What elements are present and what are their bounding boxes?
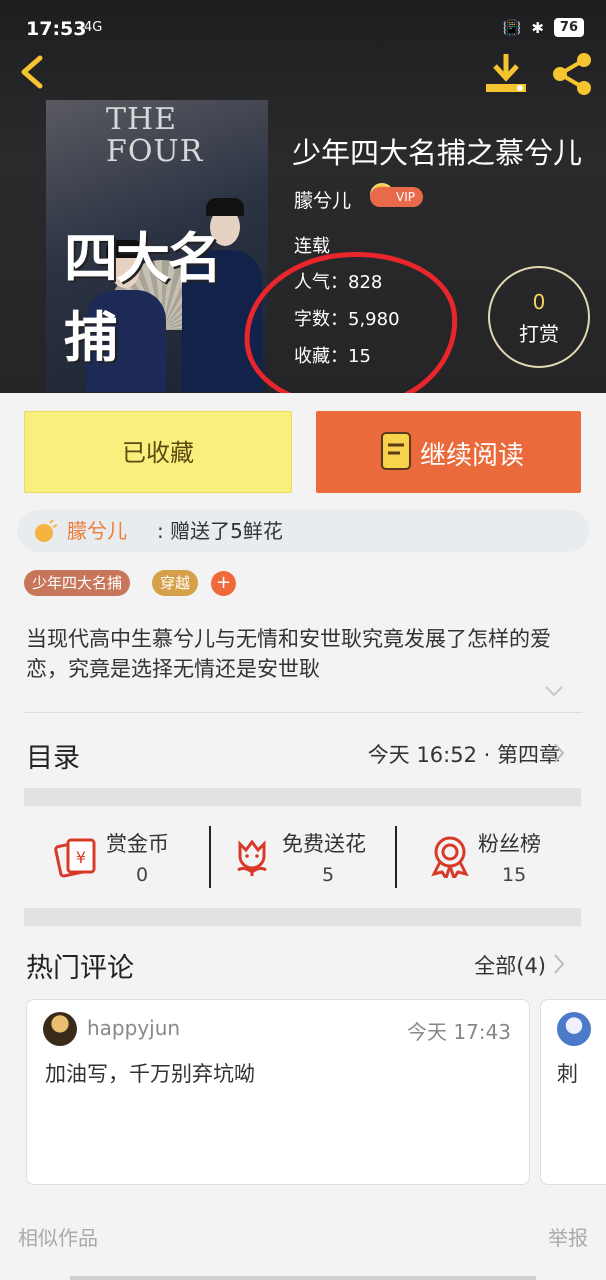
book-author[interactable]: 朦兮儿 [294, 186, 351, 213]
similar-works-label[interactable]: 相似作品 [18, 1222, 98, 1251]
annotation-circle [236, 241, 466, 393]
network-label: 4G [84, 20, 103, 35]
vip-badge: VIP [370, 187, 423, 207]
battery-icon: 76 [553, 18, 584, 37]
reward-fans-rank[interactable]: 粉丝榜 15 [426, 826, 566, 890]
status-icons: 📳 ✱ 76 [503, 18, 584, 37]
share-icon[interactable] [548, 50, 596, 98]
separator [395, 826, 397, 888]
report-link[interactable]: 举报 [548, 1222, 588, 1251]
book-icon [381, 432, 411, 470]
tag-item[interactable]: 少年四大名捕 [24, 570, 131, 596]
bluetooth-icon: ✱ [531, 18, 544, 37]
section-band [24, 788, 581, 806]
cover-title-en: THE FOUR [106, 102, 204, 169]
hot-comments-title: 热门评论 [26, 953, 134, 984]
red-envelope-icon: ¥ [54, 838, 96, 878]
book-header: 17:53 4G 📳 ✱ 76 THE FOUR 四大名捕 少年四大名捕之慕兮儿 [0, 0, 606, 393]
all-comments-link[interactable]: 全部(4) [474, 950, 546, 980]
reward-value: 15 [502, 864, 527, 886]
chevron-left-icon[interactable] [14, 52, 54, 92]
continue-reading-label: 继续阅读 [420, 441, 525, 471]
comment-text: 加油写，千万别弃坑呦 [45, 1062, 255, 1086]
comment-card[interactable]: 刺 [540, 999, 606, 1185]
flower-sender[interactable]: 朦兮儿 [67, 510, 127, 552]
cover-title-cn: 四大名捕 [64, 227, 222, 369]
toc-latest-chapter[interactable]: 今天 16:52 · 第四章 [368, 739, 560, 769]
similar-works-strip [70, 1276, 536, 1280]
add-tag-button[interactable]: + [211, 571, 236, 596]
favorited-button[interactable]: 已收藏 [24, 411, 292, 493]
medal-icon [431, 836, 469, 878]
svg-text:¥: ¥ [76, 848, 86, 867]
reward-value: 0 [136, 864, 149, 886]
avatar[interactable] [557, 1012, 591, 1046]
tip-label: 打赏 [519, 322, 559, 346]
section-band [24, 908, 581, 926]
continue-reading-button[interactable]: 继续阅读 [316, 411, 581, 493]
chevron-down-icon[interactable] [544, 684, 564, 698]
flower-notice[interactable]: 朦兮儿 : 赠送了5鲜花 [17, 510, 589, 552]
flower-message: : 赠送了5鲜花 [157, 519, 283, 543]
book-cover[interactable]: THE FOUR 四大名捕 [46, 100, 268, 392]
chevron-right-icon[interactable] [552, 742, 566, 764]
tip-button[interactable]: 0 打赏 [488, 266, 590, 368]
reward-flowers[interactable]: 免费送花 5 [230, 826, 390, 890]
divider [24, 712, 582, 713]
reward-label: 赏金币 [106, 832, 169, 856]
book-description: 当现代高中生慕兮儿与无情和安世耿究竟发展了怎样的爱恋，究竟是选择无情还是安世耿 [26, 627, 551, 681]
reward-label: 免费送花 [282, 832, 366, 856]
chevron-right-icon[interactable] [552, 953, 566, 975]
flower-icon [237, 839, 267, 876]
comment-card[interactable]: happyjun 今天 17:43 加油写，千万别弃坑呦 [26, 999, 530, 1185]
reward-value: 5 [322, 864, 335, 886]
status-bar: 17:53 4G 📳 ✱ 76 [0, 0, 606, 48]
download-icon[interactable] [482, 50, 530, 98]
comment-text: 刺 [557, 1062, 578, 1086]
book-title: 少年四大名捕之慕兮儿 [292, 136, 583, 170]
tag-item[interactable]: 穿越 [152, 570, 199, 596]
comment-time: 今天 17:43 [407, 1020, 511, 1044]
separator [209, 826, 211, 888]
avatar[interactable] [43, 1012, 77, 1046]
comment-username[interactable]: happyjun [87, 1016, 180, 1040]
status-time: 17:53 [26, 18, 87, 40]
reward-label: 粉丝榜 [478, 832, 541, 856]
tip-count: 0 [532, 290, 546, 314]
reward-coins[interactable]: ¥ 赏金币 0 [54, 826, 204, 890]
toc-title: 目录 [26, 743, 80, 774]
clap-icon [35, 520, 57, 542]
vibrate-icon: 📳 [502, 18, 522, 37]
